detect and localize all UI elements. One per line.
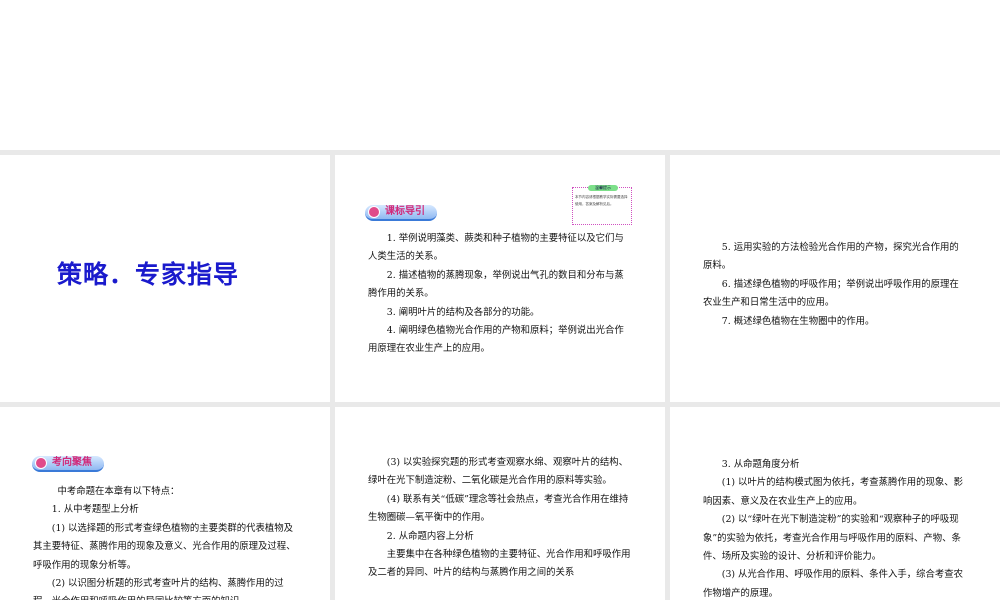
section-badge: 考向聚焦 bbox=[32, 456, 104, 472]
list-item: (2) 以识图分析题的形式考查叶片的结构、蒸腾作用的过程、光合作用和呼吸作用的异… bbox=[33, 578, 284, 600]
list-item: 主要集中在各种绿色植物的主要特征、光合作用和呼吸作用及二者的异同、叶片的结构与蒸… bbox=[368, 549, 631, 579]
list-item: 2. 从命题内容上分析 bbox=[386, 530, 474, 542]
badge-label: 课标导引 bbox=[385, 206, 425, 217]
list-item: (1) 以叶片的结构模式图为依托，考查蒸腾作用的现象、影响因素、意义及在农业生产… bbox=[703, 477, 964, 507]
slide-body: 1. 举例说明藻类、蕨类和种子植物的主要特征以及它们与人类生活的关系。 2. 描… bbox=[368, 230, 632, 359]
list-item: 1. 从中考题型上分析 bbox=[51, 504, 139, 516]
blank-header-area bbox=[0, 0, 1000, 150]
section-badge: 课标导引 bbox=[365, 205, 437, 221]
slide-thumbnail-2[interactable]: 课标导引 温馨提示本节内容请根据教学实际需要选择使用，答案及解析见后。 1. 举… bbox=[335, 155, 665, 402]
slide-thumbnail-3[interactable]: 5. 运用实验的方法检验光合作用的产物，探究光合作用的原料。 6. 描述绿色植物… bbox=[670, 155, 1000, 402]
list-item: (2) 以“绿叶在光下制造淀粉”的实验和“观察种子的呼吸现象”的实验为依托，考查… bbox=[703, 514, 961, 563]
slide-thumbnail-4[interactable]: 考向聚焦 中考命题在本章有以下特点： 1. 从中考题型上分析 (1) 以选择题的… bbox=[0, 407, 330, 600]
slide-body: 中考命题在本章有以下特点： 1. 从中考题型上分析 (1) 以选择题的形式考查绿… bbox=[33, 483, 297, 600]
list-item: (3) 以实验探究题的形式考查观察水绵、观察叶片的结构、绿叶在光下制造淀粉、二氧… bbox=[368, 457, 629, 487]
slide-thumbnail-6[interactable]: 3. 从命题角度分析 (1) 以叶片的结构模式图为依托，考查蒸腾作用的现象、影响… bbox=[670, 407, 1000, 600]
tip-note-title: 温馨提示 bbox=[588, 185, 618, 191]
slide-body: (3) 以实验探究题的形式考查观察水绵、观察叶片的结构、绿叶在光下制造淀粉、二氧… bbox=[368, 454, 632, 583]
slide-body: 5. 运用实验的方法检验光合作用的产物，探究光合作用的原料。 6. 描述绿色植物… bbox=[703, 239, 967, 331]
list-item: 5. 运用实验的方法检验光合作用的产物，探究光合作用的原料。 bbox=[703, 242, 959, 272]
slide-title: 策略．专家指导 bbox=[57, 260, 240, 289]
list-item: 4. 阐明绿色植物光合作用的产物和原料；举例说出光合作用原理在农业生产上的应用。 bbox=[368, 325, 624, 355]
slide-thumbnail-1[interactable]: 策略．专家指导 bbox=[0, 155, 330, 402]
badge-bullet-icon bbox=[35, 457, 47, 469]
list-item: 6. 描述绿色植物的呼吸作用；举例说出呼吸作用的原理在农业生产和日常生活中的应用… bbox=[703, 278, 959, 309]
badge-label: 考向聚焦 bbox=[52, 457, 92, 468]
list-item: (3) 从光合作用、呼吸作用的原料、条件入手，综合考查农作物增产的原理。 bbox=[703, 569, 964, 599]
list-item: 2. 描述植物的蒸腾现象，举例说出气孔的数目和分布与蒸腾作用的关系。 bbox=[368, 269, 624, 300]
slide-thumbnail-5[interactable]: (3) 以实验探究题的形式考查观察水绵、观察叶片的结构、绿叶在光下制造淀粉、二氧… bbox=[335, 407, 665, 600]
tip-note-text: 本节内容请根据教学实际需要选择使用，答案及解析见后。 bbox=[575, 195, 628, 206]
list-item: (1) 以选择题的形式考查绿色植物的主要类群的代表植物及其主要特征、蒸腾作用的现… bbox=[33, 522, 296, 571]
list-item: 1. 举例说明藻类、蕨类和种子植物的主要特征以及它们与人类生活的关系。 bbox=[368, 233, 624, 263]
list-item: 3. 阐明叶片的结构及各部分的功能。 bbox=[386, 306, 540, 318]
list-item: 3. 从命题角度分析 bbox=[721, 459, 800, 470]
list-item: 中考命题在本章有以下特点： bbox=[57, 486, 180, 497]
badge-bullet-icon bbox=[368, 206, 380, 218]
tip-note-box: 温馨提示本节内容请根据教学实际需要选择使用，答案及解析见后。 bbox=[572, 185, 632, 225]
slide-body: 3. 从命题角度分析 (1) 以叶片的结构模式图为依托，考查蒸腾作用的现象、影响… bbox=[703, 456, 967, 600]
list-item: 7. 概述绿色植物在生物圈中的作用。 bbox=[721, 315, 875, 327]
list-item: (4) 联系有关“低碳”理念等社会热点，考查光合作用在维持生物圈碳—氧平衡中的作… bbox=[368, 493, 629, 524]
